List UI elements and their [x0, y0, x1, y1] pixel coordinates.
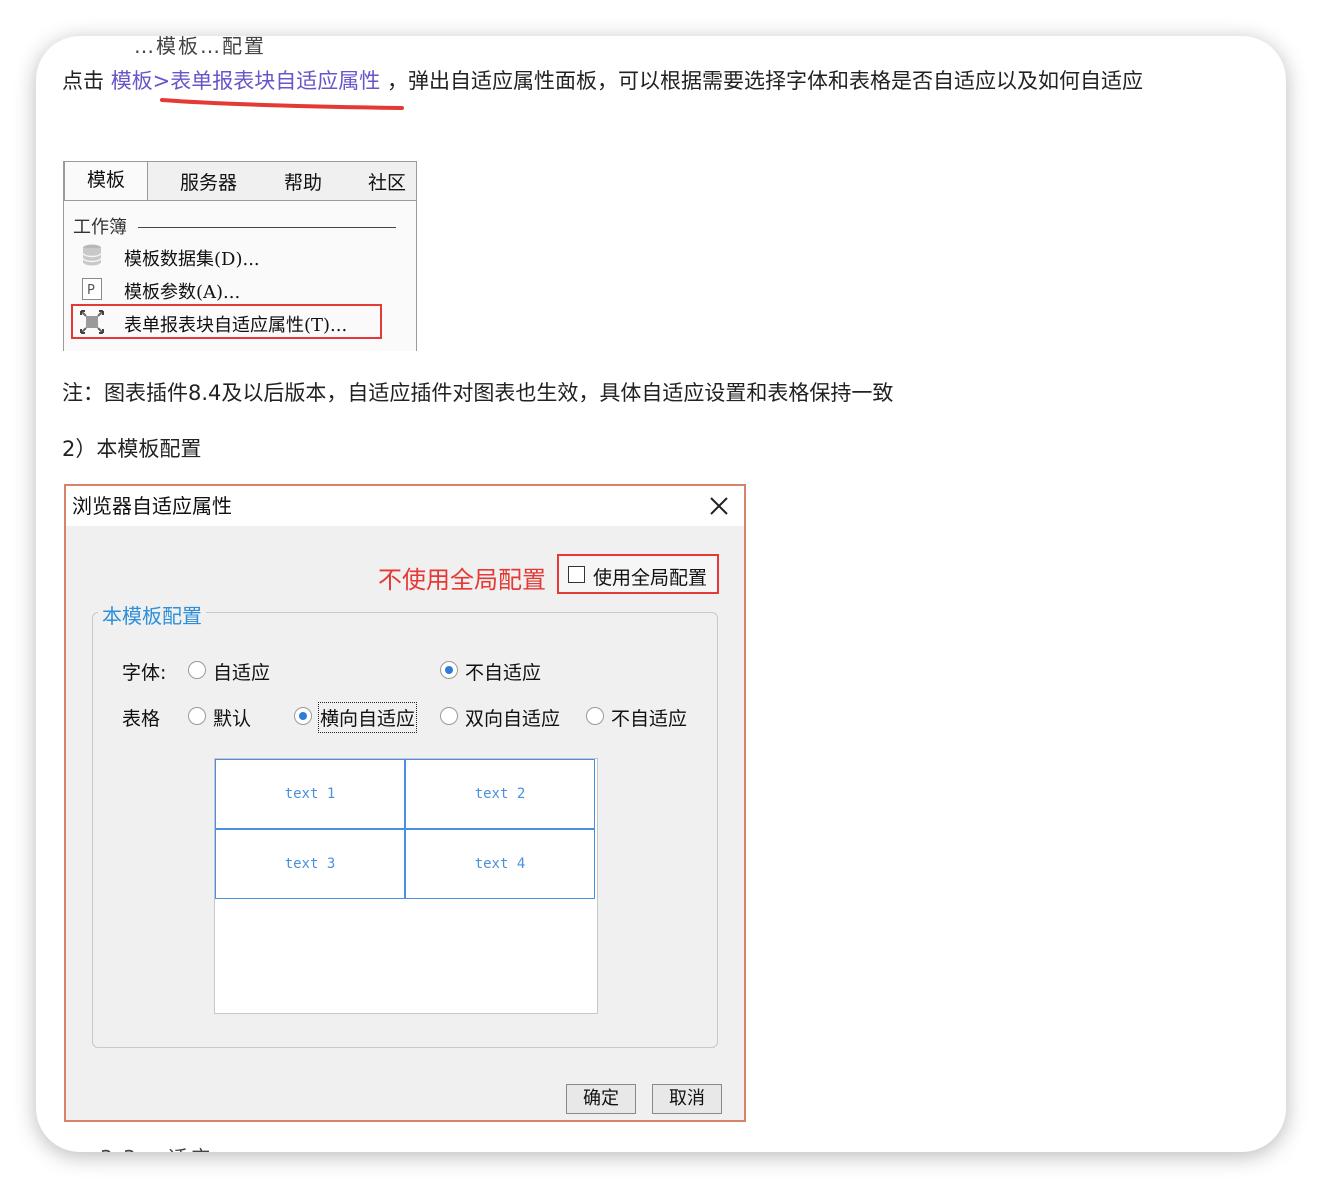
table-bidirectional-label[interactable]: 双向自适应 — [465, 704, 560, 731]
font-adaptive-label[interactable]: 自适应 — [213, 658, 270, 685]
use-global-config-label[interactable]: 使用全局配置 — [593, 563, 707, 590]
red-highlight-box — [71, 304, 382, 339]
font-adaptive-radio[interactable] — [188, 661, 206, 679]
font-not-adaptive-radio[interactable] — [440, 661, 458, 679]
font-not-adaptive-label[interactable]: 不自适应 — [465, 658, 541, 685]
chart-plugin-note: 注：图表插件8.4及以后版本，自适应插件对图表也生效，具体自适应设置和表格保持一… — [62, 381, 894, 405]
table-row-label: 表格 — [122, 708, 161, 730]
dialog-title: 浏览器自适应属性 — [72, 494, 232, 518]
clipped-heading-bottom: 3.3 …适应 — [100, 1142, 212, 1152]
menu-tab-server[interactable]: 服务器 — [180, 168, 237, 195]
template-menu-screenshot: 模板 服务器 帮助 社区 工作簿 模板数据集(D)... P 模板参数(A)..… — [63, 161, 417, 351]
template-config-title: 本模板配置 — [98, 600, 206, 629]
preview-cell: text 2 — [405, 759, 595, 829]
dialog-title-bar: 浏览器自适应属性 — [66, 486, 744, 526]
cancel-button[interactable]: 取消 — [652, 1084, 722, 1114]
menu-tab-community[interactable]: 社区 — [368, 168, 406, 195]
intro-paragraph: 点击 模板>表单报表块自适应属性 ，弹出自适应属性面板，可以根据需要选择字体和表… — [62, 66, 1143, 96]
step-heading: 2）本模板配置 — [62, 437, 202, 461]
database-icon — [82, 244, 102, 266]
menu-tab-template[interactable]: 模板 — [64, 162, 148, 202]
article-card: …模板…配置 点击 模板>表单报表块自适应属性 ，弹出自适应属性面板，可以根据需… — [36, 36, 1286, 1152]
close-icon[interactable] — [704, 491, 734, 521]
menu-item-template-dataset[interactable]: 模板数据集(D)... — [124, 245, 260, 271]
parameter-icon: P — [82, 278, 102, 300]
layout-preview: text 1 text 2 text 3 text 4 — [214, 758, 598, 1014]
table-default-label[interactable]: 默认 — [213, 704, 251, 731]
ok-button[interactable]: 确定 — [566, 1084, 636, 1114]
template-dropdown: 工作簿 模板数据集(D)... P 模板参数(A)... 表单报表块自适应属性(… — [64, 200, 416, 351]
section-divider — [138, 227, 396, 228]
table-bidirectional-radio[interactable] — [440, 707, 458, 725]
table-horizontal-label[interactable]: 横向自适应 — [317, 702, 418, 733]
preview-cell: text 3 — [215, 829, 405, 899]
preview-cell: text 4 — [405, 829, 595, 899]
clipped-heading-top: …模板…配置 — [134, 36, 266, 58]
adaptive-properties-dialog: 浏览器自适应属性 不使用全局配置 使用全局配置 本模板配置 字体: 自适应 不自… — [64, 484, 746, 1122]
svg-text:P: P — [87, 283, 95, 298]
red-underline-annotation — [160, 98, 404, 110]
no-global-config-annotation: 不使用全局配置 — [378, 566, 546, 594]
preview-cell: text 1 — [215, 759, 405, 829]
intro-prefix: 点击 — [62, 69, 111, 93]
menu-path-link[interactable]: 模板>表单报表块自适应属性 — [111, 69, 381, 93]
menu-bar: 模板 服务器 帮助 社区 — [64, 162, 416, 202]
use-global-config-checkbox[interactable] — [568, 566, 585, 583]
font-row-label: 字体: — [122, 662, 167, 684]
use-global-config-highlight: 使用全局配置 — [557, 554, 719, 594]
table-not-adaptive-label[interactable]: 不自适应 — [611, 704, 687, 731]
table-horizontal-radio[interactable] — [294, 707, 312, 725]
intro-suffix: ，弹出自适应属性面板，可以根据需要选择字体和表格是否自适应以及如何自适应 — [380, 69, 1143, 93]
menu-item-template-parameters[interactable]: 模板参数(A)... — [124, 278, 240, 304]
dropdown-section-title: 工作簿 — [73, 217, 127, 238]
menu-tab-help[interactable]: 帮助 — [284, 168, 322, 195]
table-default-radio[interactable] — [188, 707, 206, 725]
table-not-adaptive-radio[interactable] — [586, 707, 604, 725]
